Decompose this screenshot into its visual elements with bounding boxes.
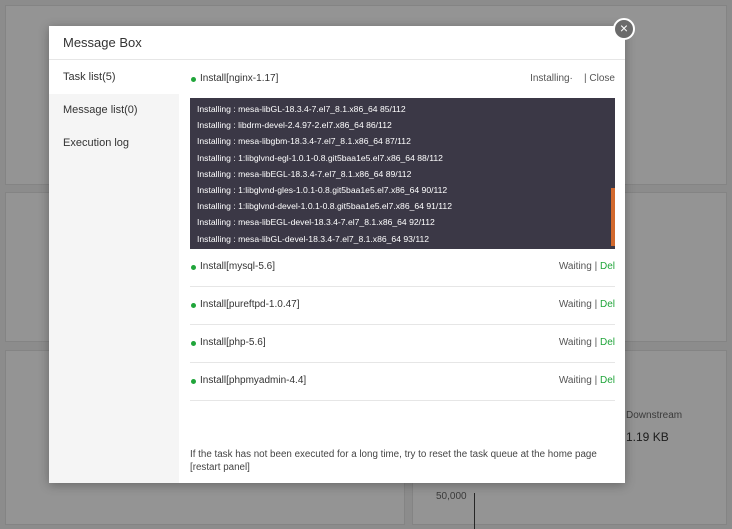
task-name: Install[php-5.6] [200,337,266,348]
log-line: Installing : mesa-libgbm-18.3.4-7.el7_8.… [197,136,411,147]
sidebar-item-task-list[interactable]: Task list(5) [49,61,179,94]
message-box-modal: Message Box × Task list(5) Message list(… [49,18,635,483]
task-list-content: Install[nginx-1.17] Installing· | Close … [179,61,625,483]
task-controls: Waiting | Del [559,261,615,272]
delete-task-button[interactable]: Del [600,337,615,348]
separator: | [594,299,598,310]
log-line: Installing : mesa-libGL-18.3.4-7.el7_8.1… [197,104,406,114]
task-name: Install[nginx-1.17] [200,73,279,84]
separator: | [594,337,598,348]
modal-sidebar: Task list(5) Message list(0) Execution l… [49,61,179,483]
task-controls: Waiting | Del [559,375,615,386]
task-status: Waiting [558,299,592,310]
task-row: Install[mysql-5.6] Waiting | Del [190,249,615,287]
status-dot-icon [191,379,196,384]
task-controls: Installing· | Close [530,73,615,84]
separator: | [594,375,598,386]
delete-task-button[interactable]: Del [600,375,615,386]
task-status: Installing· [530,73,573,84]
task-row: Install[nginx-1.17] Installing· | Close [190,61,615,98]
log-scrollbar[interactable] [611,188,615,246]
sidebar-item-execution-log[interactable]: Execution log [49,127,179,160]
separator: | [594,261,598,272]
status-dot-icon [191,77,196,82]
task-name: Install[phpmyadmin-4.4] [200,375,307,386]
restart-tip: If the task has not been executed for a … [190,448,615,474]
task-name: Install[pureftpd-1.0.47] [200,299,300,310]
task-status: Waiting [558,261,592,272]
status-dot-icon [191,303,196,308]
install-log-console[interactable]: Installing : mesa-libGL-18.3.4-7.el7_8.1… [190,98,615,249]
task-status: Waiting [558,337,592,348]
task-controls: Waiting | Del [559,299,615,310]
close-icon[interactable]: × [613,18,635,40]
task-controls: Waiting | Del [559,337,615,348]
task-row: Install[php-5.6] Waiting | Del [190,325,615,363]
delete-task-button[interactable]: Del [600,299,615,310]
log-line: Installing : 1:libglvnd-egl-1.0.1-0.8.gi… [197,152,443,163]
log-line: Installing : mesa-libGL-devel-18.3.4-7.e… [197,233,430,244]
delete-task-button[interactable]: Del [600,261,615,272]
log-line: Installing : libdrm-devel-2.4.97-2.el7.x… [197,120,392,131]
separator: | [584,73,587,84]
sidebar-item-message-list[interactable]: Message list(0) [49,94,179,127]
log-line: Installing : mesa-libEGL-18.3.4-7.el7_8.… [197,168,412,179]
log-line: Installing : 1:libglvnd-gles-1.0.1-0.8.g… [197,185,448,196]
tip-text: If the task has not been executed for a … [190,449,597,473]
task-name: Install[mysql-5.6] [200,261,276,272]
status-dot-icon [191,265,196,270]
task-row: Install[phpmyadmin-4.4] Waiting | Del [190,363,615,401]
log-line: Installing : mesa-libEGL-devel-18.3.4-7.… [197,217,435,228]
task-status: Waiting [558,375,592,386]
close-task-button[interactable]: Close [589,73,615,84]
task-row: Install[pureftpd-1.0.47] Waiting | Del [190,287,615,325]
status-dot-icon [191,341,196,346]
log-line: Installing : 1:libglvnd-devel-1.0.1-0.8.… [197,201,452,212]
modal-title: Message Box [49,26,625,60]
